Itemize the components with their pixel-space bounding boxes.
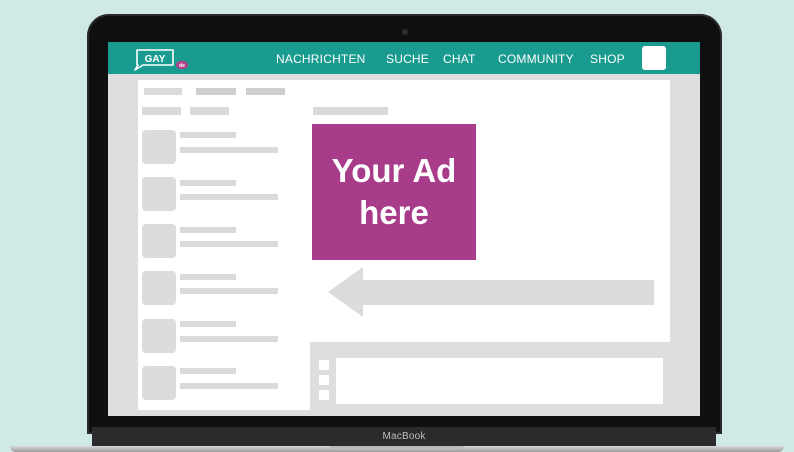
nav-item-shop[interactable]: SHOP bbox=[590, 52, 625, 66]
list-title-placeholder bbox=[180, 368, 236, 374]
list-thumbnail bbox=[142, 366, 176, 400]
list-thumbnail bbox=[142, 130, 176, 164]
list-subtitle-placeholder bbox=[180, 383, 278, 389]
list-title-placeholder bbox=[180, 132, 236, 138]
list-thumbnail bbox=[142, 271, 176, 305]
ad-text: Your Ad here bbox=[331, 152, 457, 231]
speech-bubble-logo-icon[interactable]: GAY de bbox=[132, 47, 196, 71]
nav-item-suche[interactable]: SUCHE bbox=[386, 52, 429, 66]
small-square-button[interactable] bbox=[319, 360, 329, 370]
list-subtitle-placeholder bbox=[180, 147, 278, 153]
sidebar-tab-placeholder bbox=[144, 88, 182, 95]
sidebar-panel bbox=[138, 80, 310, 410]
logo-text: GAY bbox=[145, 54, 166, 65]
list-title-placeholder bbox=[180, 180, 236, 186]
list-subtitle-placeholder bbox=[180, 336, 278, 342]
laptop-chin: MacBook bbox=[92, 427, 716, 447]
nav-user-button[interactable] bbox=[642, 46, 666, 70]
sidebar-heading-placeholder bbox=[142, 107, 181, 115]
list-title-placeholder bbox=[180, 274, 236, 280]
sidebar-tab-placeholder bbox=[196, 88, 236, 95]
bottom-content-panel bbox=[336, 358, 663, 404]
sidebar-tab-placeholder bbox=[246, 88, 285, 95]
list-thumbnail bbox=[142, 224, 176, 258]
list-thumbnail bbox=[142, 319, 176, 353]
top-navigation-bar: GAY de NACHRICHTEN SUCHE CHAT COMMUNITY … bbox=[108, 42, 700, 74]
small-square-button[interactable] bbox=[319, 390, 329, 400]
list-subtitle-placeholder bbox=[180, 288, 278, 294]
list-title-placeholder bbox=[180, 321, 236, 327]
laptop-base-notch bbox=[330, 446, 464, 450]
logo-badge-text: de bbox=[179, 63, 185, 69]
list-subtitle-placeholder bbox=[180, 194, 278, 200]
ad-placeholder[interactable]: Your Ad here bbox=[312, 124, 476, 260]
content-heading-placeholder bbox=[313, 107, 388, 115]
list-subtitle-placeholder bbox=[180, 241, 278, 247]
list-thumbnail bbox=[142, 177, 176, 211]
nav-item-chat[interactable]: CHAT bbox=[443, 52, 476, 66]
brand-label: MacBook bbox=[382, 431, 426, 442]
nav-item-community[interactable]: COMMUNITY bbox=[498, 52, 574, 66]
small-square-button[interactable] bbox=[319, 375, 329, 385]
sidebar-heading-placeholder bbox=[190, 107, 229, 115]
nav-item-nachrichten[interactable]: NACHRICHTEN bbox=[276, 52, 366, 66]
camera-icon bbox=[402, 29, 408, 35]
arrow-left-icon bbox=[328, 267, 654, 317]
laptop-screen: GAY de NACHRICHTEN SUCHE CHAT COMMUNITY … bbox=[108, 42, 700, 416]
list-title-placeholder bbox=[180, 227, 236, 233]
